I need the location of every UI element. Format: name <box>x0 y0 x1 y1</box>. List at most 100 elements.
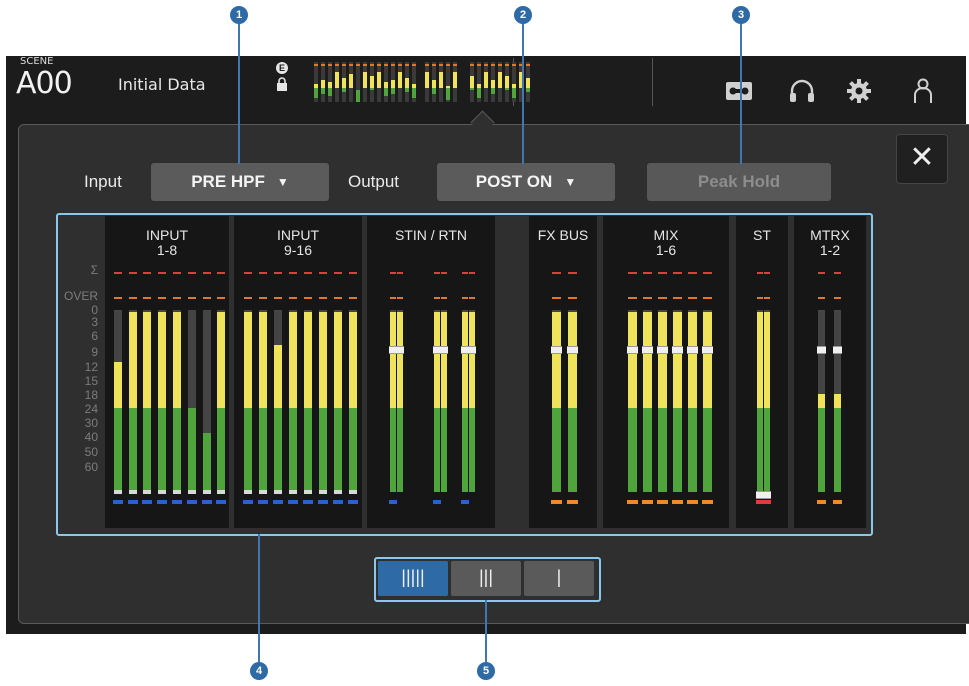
meter-bar-yellow <box>568 312 577 408</box>
meter-bottom-indicator <box>461 500 469 504</box>
scene-title[interactable]: Initial Data <box>118 75 206 94</box>
overview-meter-bar <box>349 74 353 88</box>
fader-knob[interactable] <box>817 346 826 354</box>
fader-knob[interactable] <box>833 346 842 354</box>
meter-group[interactable] <box>794 216 866 528</box>
meter-bar-yellow <box>114 362 122 408</box>
overview-meter-bar <box>425 64 429 66</box>
fader-knob[interactable] <box>274 490 282 494</box>
meter-peak-indicator <box>289 297 297 299</box>
meter-peak-indicator <box>643 297 652 299</box>
fader-knob[interactable] <box>349 490 357 494</box>
meter-bottom-indicator <box>333 500 343 504</box>
meter-bottom-indicator <box>817 500 826 504</box>
fader-knob[interactable] <box>203 490 211 494</box>
fader-knob[interactable] <box>143 490 151 494</box>
fader-knob[interactable] <box>259 490 267 494</box>
meter-scale-label: 15 <box>84 374 98 388</box>
meter-bar-yellow <box>434 312 440 408</box>
fader-knob[interactable] <box>319 490 327 494</box>
fader-knob[interactable] <box>244 490 252 494</box>
meter-bottom-indicator <box>157 500 167 504</box>
meter-bar-green <box>143 408 151 492</box>
meter-scale-label: 60 <box>84 460 98 474</box>
meter-bar-green <box>643 408 652 492</box>
overview-meter-bar <box>439 64 443 66</box>
callout-line <box>485 600 487 662</box>
fader-knob[interactable] <box>551 346 562 354</box>
fader-knob[interactable] <box>129 490 137 494</box>
meter-peak-indicator <box>114 297 122 299</box>
lock-icon[interactable] <box>276 77 288 92</box>
meter-bar-yellow <box>834 394 841 408</box>
fader-knob[interactable] <box>158 490 166 494</box>
fader-knob[interactable] <box>642 346 653 354</box>
meter-bar-yellow <box>764 312 770 408</box>
fader-knob[interactable] <box>702 346 713 354</box>
meter-peak-indicator <box>217 272 225 274</box>
fader-knob[interactable] <box>188 490 196 494</box>
fader-knob[interactable] <box>396 346 404 354</box>
overview-meter-bar <box>491 64 495 66</box>
meter-group-title: FX BUS <box>537 227 589 243</box>
overview-meter-bar <box>505 76 509 88</box>
overview-meter-bar <box>398 64 402 66</box>
gear-icon[interactable] <box>846 78 872 104</box>
meter-peak-indicator <box>628 272 637 274</box>
recorder-icon[interactable] <box>725 80 753 102</box>
meter-scale-label: Σ <box>90 263 98 277</box>
meter-bar-yellow <box>628 312 637 408</box>
meter-bar-yellow <box>818 394 825 408</box>
meter-peak-indicator <box>304 297 312 299</box>
user-icon[interactable] <box>913 78 933 104</box>
scene-number[interactable]: A00 <box>16 66 73 101</box>
fader-knob[interactable] <box>334 490 342 494</box>
meter-bottom-indicator <box>216 500 226 504</box>
headphones-icon[interactable] <box>789 79 815 103</box>
meter-peak-indicator <box>441 272 447 274</box>
fader-knob[interactable] <box>173 490 181 494</box>
meter-mode-single-button[interactable]: | <box>524 561 594 596</box>
fader-knob[interactable] <box>657 346 668 354</box>
meter-bar-green <box>173 408 181 492</box>
fader-knob[interactable] <box>440 346 448 354</box>
overview-meters[interactable] <box>308 58 653 106</box>
overview-meter-bar <box>384 82 388 88</box>
output-point-dropdown[interactable]: POST ON ▼ <box>437 163 615 201</box>
peak-hold-button[interactable]: Peak Hold <box>647 163 831 201</box>
close-button[interactable]: ✕ <box>896 134 948 184</box>
meter-bottom-indicator <box>243 500 253 504</box>
meter-bar-green <box>188 408 196 492</box>
output-point-value: POST ON <box>475 172 553 191</box>
meter-mode-all-button[interactable]: ||||| <box>378 561 448 596</box>
meter-bottom-indicator <box>348 500 358 504</box>
fader-knob[interactable] <box>763 491 771 499</box>
meter-mode-medium-button[interactable]: ||| <box>451 561 521 596</box>
meter-bar-green <box>397 408 403 492</box>
fader-knob[interactable] <box>567 346 578 354</box>
meter-group[interactable] <box>234 216 362 528</box>
meter-bottom-indicator <box>303 500 313 504</box>
input-point-dropdown[interactable]: PRE HPF ▼ <box>151 163 329 201</box>
meter-peak-indicator <box>552 297 561 299</box>
meter-group[interactable] <box>529 216 597 528</box>
overview-meter-bar <box>405 78 409 88</box>
meter-bottom-indicator <box>642 500 653 504</box>
meter-bottom-indicator <box>657 500 668 504</box>
fader-knob[interactable] <box>217 490 225 494</box>
meter-bar-green <box>688 408 697 492</box>
fader-knob[interactable] <box>627 346 638 354</box>
meter-peak-indicator <box>349 297 357 299</box>
meter-group[interactable] <box>367 216 495 528</box>
fader-knob[interactable] <box>304 490 312 494</box>
overview-meter-bar <box>335 72 339 88</box>
fader-knob[interactable] <box>687 346 698 354</box>
fader-knob[interactable] <box>289 490 297 494</box>
fader-knob[interactable] <box>672 346 683 354</box>
dropdown-arrow-icon: ▼ <box>564 175 577 189</box>
meter-bar-yellow <box>129 312 137 408</box>
meter-bar-green <box>552 408 561 492</box>
meter-peak-indicator <box>757 297 763 299</box>
fader-knob[interactable] <box>114 490 122 494</box>
fader-knob[interactable] <box>468 346 476 354</box>
